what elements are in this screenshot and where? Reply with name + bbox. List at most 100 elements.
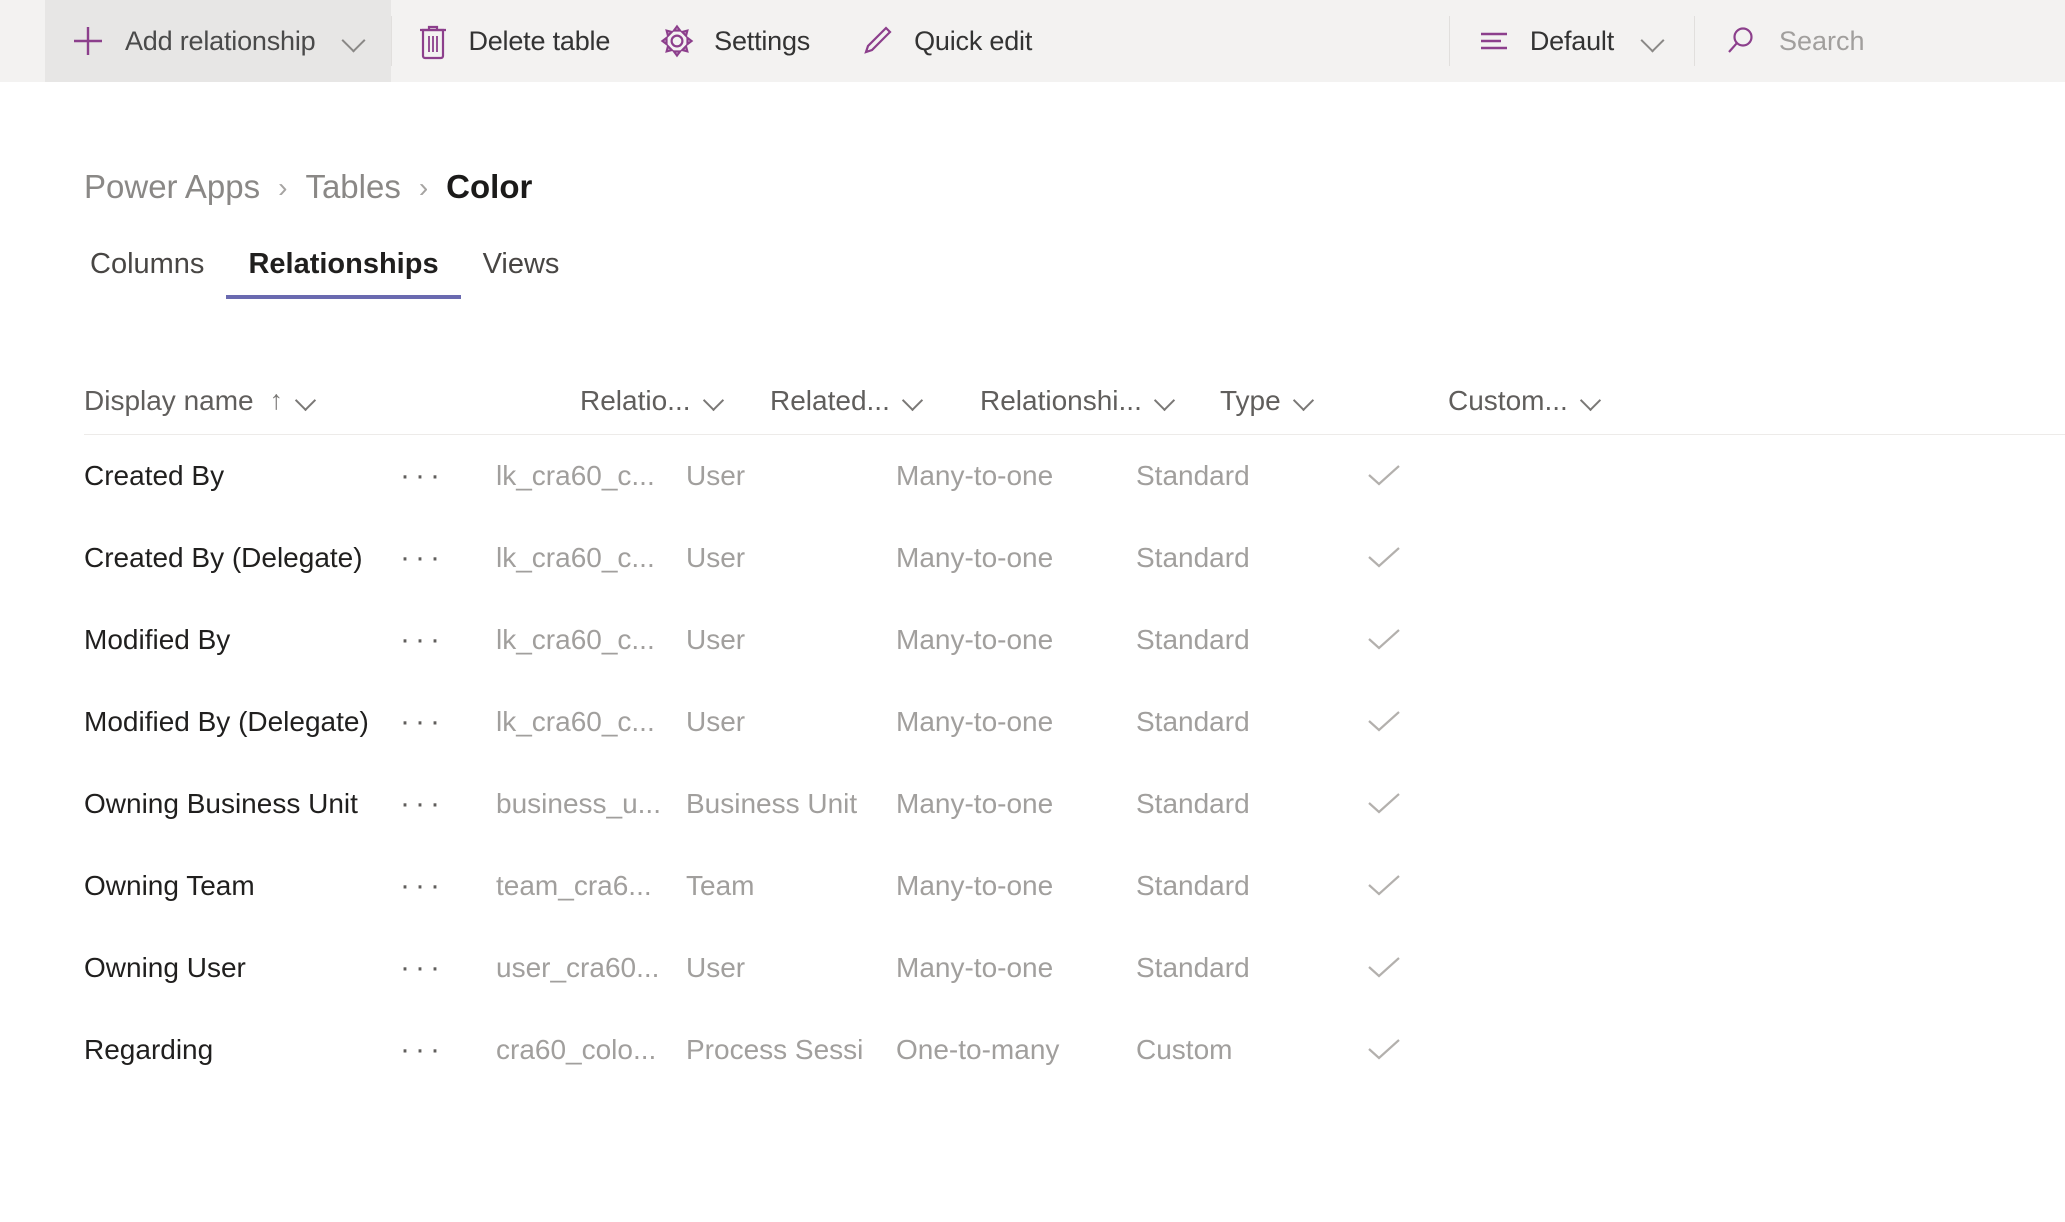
breadcrumb-item-tables[interactable]: Tables xyxy=(305,168,400,206)
cell-related-table: Team xyxy=(686,870,755,901)
cell-relationship-type: Many-to-one xyxy=(896,706,1054,737)
cell-relationship-type: Many-to-one xyxy=(896,460,1054,491)
chevron-down-icon[interactable] xyxy=(341,28,367,54)
cell-related-table: Process Sessi xyxy=(686,1034,864,1065)
ellipsis-icon[interactable]: ··· xyxy=(400,953,445,983)
column-header-related-table[interactable]: Related... xyxy=(770,385,980,417)
cell-display-name[interactable]: Owning Team xyxy=(0,870,400,902)
breadcrumb: Power Apps › Tables › Color xyxy=(0,82,2065,206)
cell-relationship-name: lk_cra60_c... xyxy=(496,542,655,573)
checkmark-icon xyxy=(1364,953,1404,983)
row-actions-button[interactable]: ··· xyxy=(400,871,496,901)
column-header-label: Relatio... xyxy=(580,384,691,416)
column-header-label: Relationshi... xyxy=(980,384,1142,416)
table-row[interactable]: Created By (Delegate) ··· lk_cra60_c... Use… xyxy=(0,517,2065,599)
ellipsis-icon[interactable]: ··· xyxy=(400,543,445,573)
cell-display-name[interactable]: Modified By (Delegate) xyxy=(0,706,400,738)
column-header-display-name[interactable]: Display name ↑ xyxy=(84,385,580,417)
row-actions-button[interactable]: ··· xyxy=(400,625,496,655)
table-row[interactable]: Owning Business Unit ··· business_u... Busi… xyxy=(0,763,2065,845)
table-row[interactable]: Modified By (Delegate) ··· lk_cra60_c... Us… xyxy=(0,681,2065,763)
cell-relationship-name: lk_cra60_c... xyxy=(496,706,655,737)
column-header-relationship-type[interactable]: Relationshi... xyxy=(980,385,1220,417)
row-actions-button[interactable]: ··· xyxy=(400,789,496,819)
ellipsis-icon[interactable]: ··· xyxy=(400,789,445,819)
table-row[interactable]: Regarding ··· cra60_colo... Process Sessi On… xyxy=(0,1009,2065,1091)
cell-relationship-type: One-to-many xyxy=(896,1034,1060,1065)
cell-type: Standard xyxy=(1136,788,1250,819)
tab-columns[interactable]: Columns xyxy=(68,248,226,299)
cell-relationship-name: lk_cra60_c... xyxy=(496,460,655,491)
view-selector[interactable]: Default xyxy=(1450,0,1694,82)
breadcrumb-item-current: Color xyxy=(446,168,533,205)
ellipsis-icon[interactable]: ··· xyxy=(400,707,445,737)
cell-display-name[interactable]: Modified By xyxy=(0,624,400,656)
page-content: Power Apps › Tables › Color Columns Rela… xyxy=(0,82,2065,1091)
search-placeholder: Search xyxy=(1779,25,1865,56)
grid-body: Created By ··· lk_cra60_c... User Many-to-on… xyxy=(0,435,2065,1091)
cell-relationship-type: Many-to-one xyxy=(896,952,1054,983)
cell-display-name[interactable]: Created By xyxy=(0,460,400,492)
table-row[interactable]: Created By ··· lk_cra60_c... User Many-to-on… xyxy=(0,435,2065,517)
delete-table-label: Delete table xyxy=(468,25,611,56)
cell-customizable xyxy=(1364,953,1404,983)
ellipsis-icon[interactable]: ··· xyxy=(400,871,445,901)
ellipsis-icon[interactable]: ··· xyxy=(400,461,445,491)
tab-views[interactable]: Views xyxy=(461,248,582,299)
cell-related-table: User xyxy=(686,624,746,655)
breadcrumb-separator-icon: › xyxy=(418,172,429,203)
tab-relationships[interactable]: Relationships xyxy=(226,248,461,299)
toolbar-flex-spacer xyxy=(1056,0,1449,82)
cell-type: Standard xyxy=(1136,460,1250,491)
cell-display-name[interactable]: Owning User xyxy=(0,952,400,984)
chevron-down-icon[interactable] xyxy=(1154,390,1176,412)
cell-relationship-name: team_cra6... xyxy=(496,870,652,901)
plus-icon xyxy=(69,22,107,60)
delete-table-button[interactable]: Delete table xyxy=(392,0,634,82)
row-actions-button[interactable]: ··· xyxy=(400,461,496,491)
settings-label: Settings xyxy=(714,25,811,56)
sort-ascending-icon: ↑ xyxy=(269,385,284,415)
breadcrumb-item-power-apps[interactable]: Power Apps xyxy=(84,168,260,206)
row-actions-button[interactable]: ··· xyxy=(400,707,496,737)
cell-type: Standard xyxy=(1136,542,1250,573)
settings-button[interactable]: Settings xyxy=(634,0,834,82)
chevron-down-icon[interactable] xyxy=(703,390,725,412)
search-input[interactable]: Search xyxy=(1695,0,2065,82)
cell-type: Standard xyxy=(1136,870,1250,901)
table-row[interactable]: Modified By ··· lk_cra60_c... User Many-to-o… xyxy=(0,599,2065,681)
view-selector-label: Default xyxy=(1529,25,1614,56)
relationships-grid: Display name ↑ Relatio... Related... Rel… xyxy=(0,367,2065,1091)
row-actions-button[interactable]: ··· xyxy=(400,543,496,573)
column-header-type[interactable]: Type xyxy=(1220,385,1448,417)
cell-customizable xyxy=(1364,1035,1404,1065)
cell-relationship-type: Many-to-one xyxy=(896,870,1054,901)
cell-relationship-name: lk_cra60_c... xyxy=(496,624,655,655)
row-actions-button[interactable]: ··· xyxy=(400,1035,496,1065)
column-header-label: Related... xyxy=(770,384,890,416)
cell-relationship-name: user_cra60... xyxy=(496,952,660,983)
chevron-down-icon[interactable] xyxy=(1293,390,1315,412)
quick-edit-button[interactable]: Quick edit xyxy=(834,0,1056,82)
add-relationship-label: Add relationship xyxy=(125,25,316,56)
checkmark-icon xyxy=(1364,461,1404,491)
cell-display-name[interactable]: Owning Business Unit xyxy=(0,788,400,820)
table-row[interactable]: Owning Team ··· team_cra6... Team Many-to-on… xyxy=(0,845,2065,927)
row-actions-button[interactable]: ··· xyxy=(400,953,496,983)
cell-customizable xyxy=(1364,625,1404,655)
ellipsis-icon[interactable]: ··· xyxy=(400,1035,445,1065)
add-relationship-button[interactable]: Add relationship xyxy=(45,0,392,82)
chevron-down-icon[interactable] xyxy=(295,390,317,412)
chevron-down-icon[interactable] xyxy=(902,390,924,412)
cell-display-name[interactable]: Regarding xyxy=(0,1034,400,1066)
cell-customizable xyxy=(1364,543,1404,573)
column-header-relationship-name[interactable]: Relatio... xyxy=(580,385,770,417)
column-header-customizable[interactable]: Custom... xyxy=(1448,385,1602,417)
chevron-down-icon[interactable] xyxy=(1640,28,1666,54)
cell-display-name[interactable]: Created By (Delegate) xyxy=(0,542,400,574)
quick-edit-label: Quick edit xyxy=(914,25,1033,56)
command-bar: Add relationship Delete table Settings Q… xyxy=(0,0,2065,82)
chevron-down-icon[interactable] xyxy=(1580,390,1602,412)
ellipsis-icon[interactable]: ··· xyxy=(400,625,445,655)
table-row[interactable]: Owning User ··· user_cra60... User Many-to-o… xyxy=(0,927,2065,1009)
